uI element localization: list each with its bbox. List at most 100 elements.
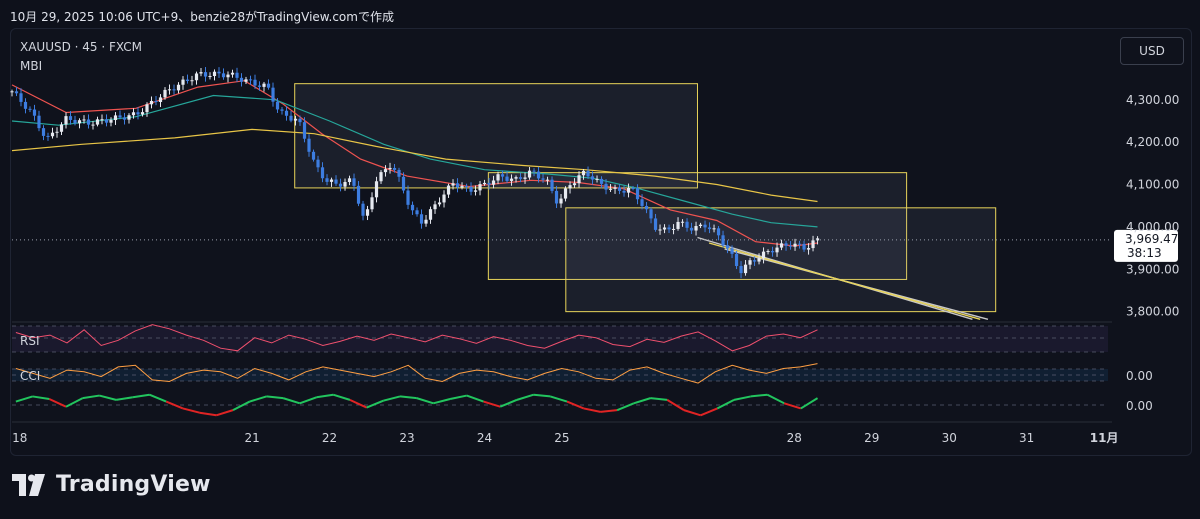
candle-body (113, 115, 118, 121)
mbi-segment (249, 395, 267, 403)
candle-body (199, 72, 203, 74)
symbol-legend[interactable]: XAUUSD · 45 · FXCM (20, 40, 142, 54)
mbi-segment (683, 409, 701, 417)
candle-body (293, 118, 298, 121)
candle-body (46, 135, 50, 137)
tradingview-logo[interactable]: TradingView (12, 472, 211, 497)
candle-body (334, 179, 338, 184)
candle-body (203, 72, 208, 77)
candle-body (532, 170, 536, 172)
candle-body (208, 76, 212, 78)
candle-body (734, 253, 739, 267)
candle-body (356, 185, 361, 204)
candle-body (320, 167, 325, 179)
candle-body (122, 117, 127, 120)
candle-body (19, 93, 23, 102)
mbi-segment (499, 398, 518, 408)
indicator-legend[interactable]: MBI (20, 59, 42, 73)
time-axis-tick: 31 (1019, 431, 1034, 445)
candle-body (23, 101, 28, 109)
candle-body (217, 71, 221, 74)
candle-body (617, 187, 622, 191)
candle-body (608, 188, 613, 190)
mbi-segment (332, 393, 351, 401)
mbi-segment (733, 395, 751, 401)
candle-body (433, 204, 437, 210)
candle-body (167, 89, 172, 91)
mbi-segment (349, 398, 368, 409)
chart-canvas[interactable]: 3,969.4738:13 4,300.00 4,200.00 4,100.00 4,0… (0, 0, 1200, 519)
candle-body (244, 79, 248, 82)
candle-body (230, 72, 235, 75)
time-axis-tick: 30 (942, 431, 957, 445)
candle-body (595, 178, 599, 180)
time-axis-tick: 18 (12, 431, 27, 445)
candle-body (302, 122, 307, 139)
candle-body (68, 116, 73, 120)
candle-body (748, 260, 752, 265)
candle-body (500, 174, 505, 177)
candle-body (419, 214, 424, 224)
candle-body (545, 179, 550, 181)
candle-body (635, 188, 640, 200)
candle-body (352, 178, 356, 186)
candle-body (707, 227, 712, 230)
candle-body (689, 227, 694, 231)
candle-body (109, 120, 113, 123)
time-axis-tick: 25 (554, 431, 569, 445)
candle-body (622, 190, 626, 193)
mbi-segment (550, 395, 568, 403)
time-axis-tick: 29 (864, 431, 879, 445)
candle-body (739, 266, 743, 274)
mbi-segment (766, 393, 785, 405)
candle-body (527, 170, 532, 178)
brand-name: TradingView (56, 472, 211, 497)
candle-body (613, 187, 617, 189)
mbi-segment (282, 397, 301, 405)
mbi-segment (15, 395, 33, 403)
mbi-segment (449, 394, 468, 400)
mbi-segment (65, 397, 84, 408)
candle-body (464, 186, 469, 188)
candle-body (73, 119, 77, 124)
mbi-segment (600, 409, 618, 413)
candle-body (118, 115, 122, 118)
candle-body (518, 177, 523, 179)
price-axis-tick: 4,200.00 (1126, 135, 1179, 149)
price-axis-tick: 3,900.00 (1126, 262, 1179, 276)
candle-body (496, 174, 500, 181)
candle-body (410, 204, 415, 211)
candle-body (658, 229, 662, 231)
candle-body (32, 109, 37, 116)
mbi-segment (716, 398, 735, 410)
candle-body (239, 77, 244, 82)
candle-body (163, 89, 167, 98)
candle-body (644, 205, 649, 210)
mbi-segment (383, 395, 401, 402)
candle-body (271, 87, 275, 102)
cci-axis-value: 0.00 (1126, 369, 1153, 383)
candle-body (253, 79, 257, 86)
candle-body (257, 85, 262, 87)
candle-body (226, 74, 230, 78)
candle-body (550, 179, 554, 191)
candle-body (491, 180, 496, 185)
mbi-segment (199, 411, 217, 417)
candle-body (127, 115, 131, 120)
candle-body (154, 100, 158, 102)
candle-body (329, 179, 334, 182)
currency-button[interactable]: USD (1120, 37, 1184, 65)
candle-body (559, 198, 563, 204)
candle-body (424, 219, 428, 224)
candle-body (136, 112, 140, 115)
candle-body (289, 115, 293, 121)
current-price-label: 3,969.47 (1125, 232, 1178, 246)
candle-body (14, 91, 19, 94)
candle-body (640, 199, 644, 206)
price-axis-tick: 4,000.00 (1126, 220, 1179, 234)
candle-body (361, 203, 365, 216)
candle-body (626, 187, 631, 193)
candle-body (10, 91, 14, 93)
candle-body (590, 176, 595, 180)
candle-body (469, 186, 473, 192)
